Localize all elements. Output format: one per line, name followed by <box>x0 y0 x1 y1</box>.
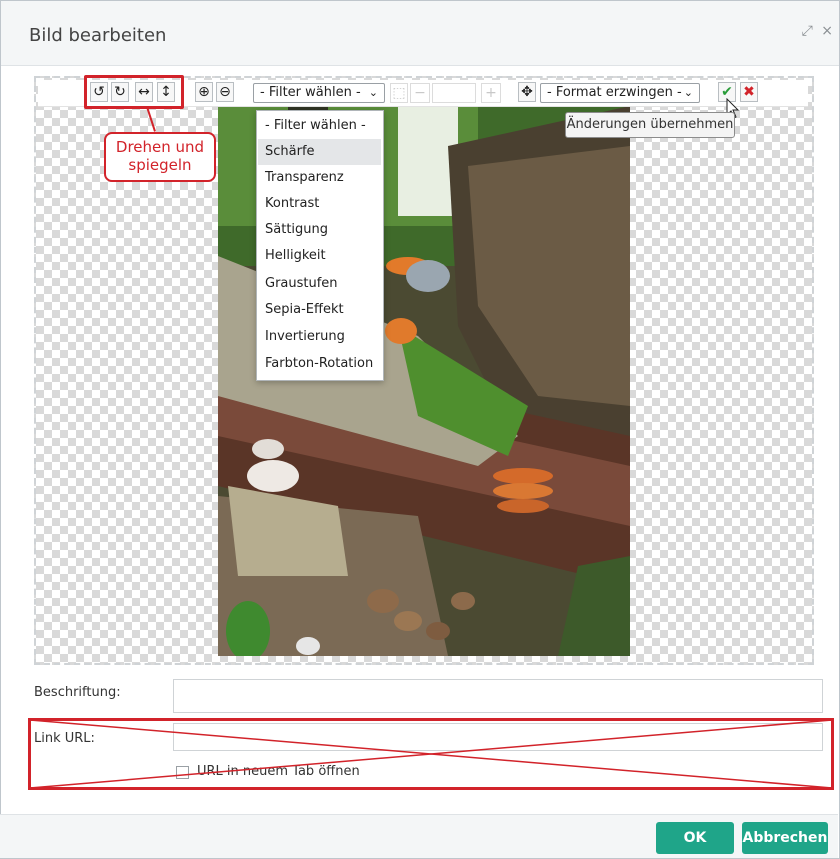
format-select-value: - Format erzwingen - <box>547 85 682 100</box>
filter-select-value: - Filter wählen - <box>260 85 361 100</box>
close-icon[interactable]: × <box>821 23 833 39</box>
value-input[interactable] <box>432 83 476 103</box>
rotate-flip-highlight <box>84 75 184 109</box>
apply-tooltip: Änderungen übernehmen <box>565 112 735 138</box>
callout-line-1: Drehen und <box>115 138 205 156</box>
dialog-title: Bild bearbeiten <box>29 25 167 46</box>
filter-option[interactable]: Transparenz <box>258 165 381 191</box>
cancel-button[interactable]: Abbrechen <box>742 822 828 854</box>
discard-changes-button[interactable]: ✖ <box>740 82 758 102</box>
window-controls: ⤢ × <box>798 23 833 39</box>
increase-button[interactable]: + <box>481 83 501 103</box>
filter-option[interactable]: Helligkeit <box>258 243 381 269</box>
ok-button[interactable]: OK <box>656 822 734 854</box>
plus-icon: + <box>485 85 497 101</box>
chevron-down-icon: ⌄ <box>368 86 378 99</box>
filter-option[interactable]: Schärfe <box>258 139 381 165</box>
crop-icon: ⬚ <box>392 85 406 101</box>
minus-icon: − <box>414 85 426 101</box>
filter-option[interactable]: Kontrast <box>258 191 381 217</box>
crop-button[interactable]: ⬚ <box>390 83 408 103</box>
rotate-flip-callout: Drehen und spiegeln <box>104 132 216 182</box>
move-button[interactable]: ✥ <box>518 82 536 102</box>
callout-line-2: spiegeln <box>128 156 192 174</box>
expand-icon[interactable]: ⤢ <box>802 23 813 39</box>
decrease-button[interactable]: − <box>410 83 430 103</box>
dialog-titlebar: Bild bearbeiten ⤢ × <box>1 1 839 66</box>
zoom-out-button[interactable]: ⊖ <box>216 82 234 102</box>
zoom-in-button[interactable]: ⊕ <box>195 82 213 102</box>
chevron-down-icon: ⌄ <box>683 86 693 99</box>
zoom-in-icon: ⊕ <box>198 84 210 100</box>
filter-option[interactable]: Invertierung <box>258 324 381 350</box>
crossed-out-annotation <box>28 718 834 790</box>
filter-option[interactable]: Farbton-Rotation <box>258 351 381 377</box>
filter-option[interactable]: Graustufen <box>258 271 381 297</box>
filter-option[interactable]: Sepia-Effekt <box>258 297 381 323</box>
zoom-out-icon: ⊖ <box>219 84 231 100</box>
filter-select[interactable]: - Filter wählen - ⌄ <box>253 83 385 103</box>
close-icon: ✖ <box>743 84 755 100</box>
format-select[interactable]: - Format erzwingen - ⌄ <box>540 83 700 103</box>
filter-option[interactable]: - Filter wählen - <box>258 113 381 139</box>
caption-input[interactable] <box>173 679 823 713</box>
move-icon: ✥ <box>521 84 533 100</box>
caption-label: Beschriftung: <box>34 685 121 700</box>
filter-option[interactable]: Sättigung <box>258 217 381 243</box>
filter-dropdown-menu: - Filter wählen - Schärfe Transparenz Ko… <box>256 110 384 381</box>
